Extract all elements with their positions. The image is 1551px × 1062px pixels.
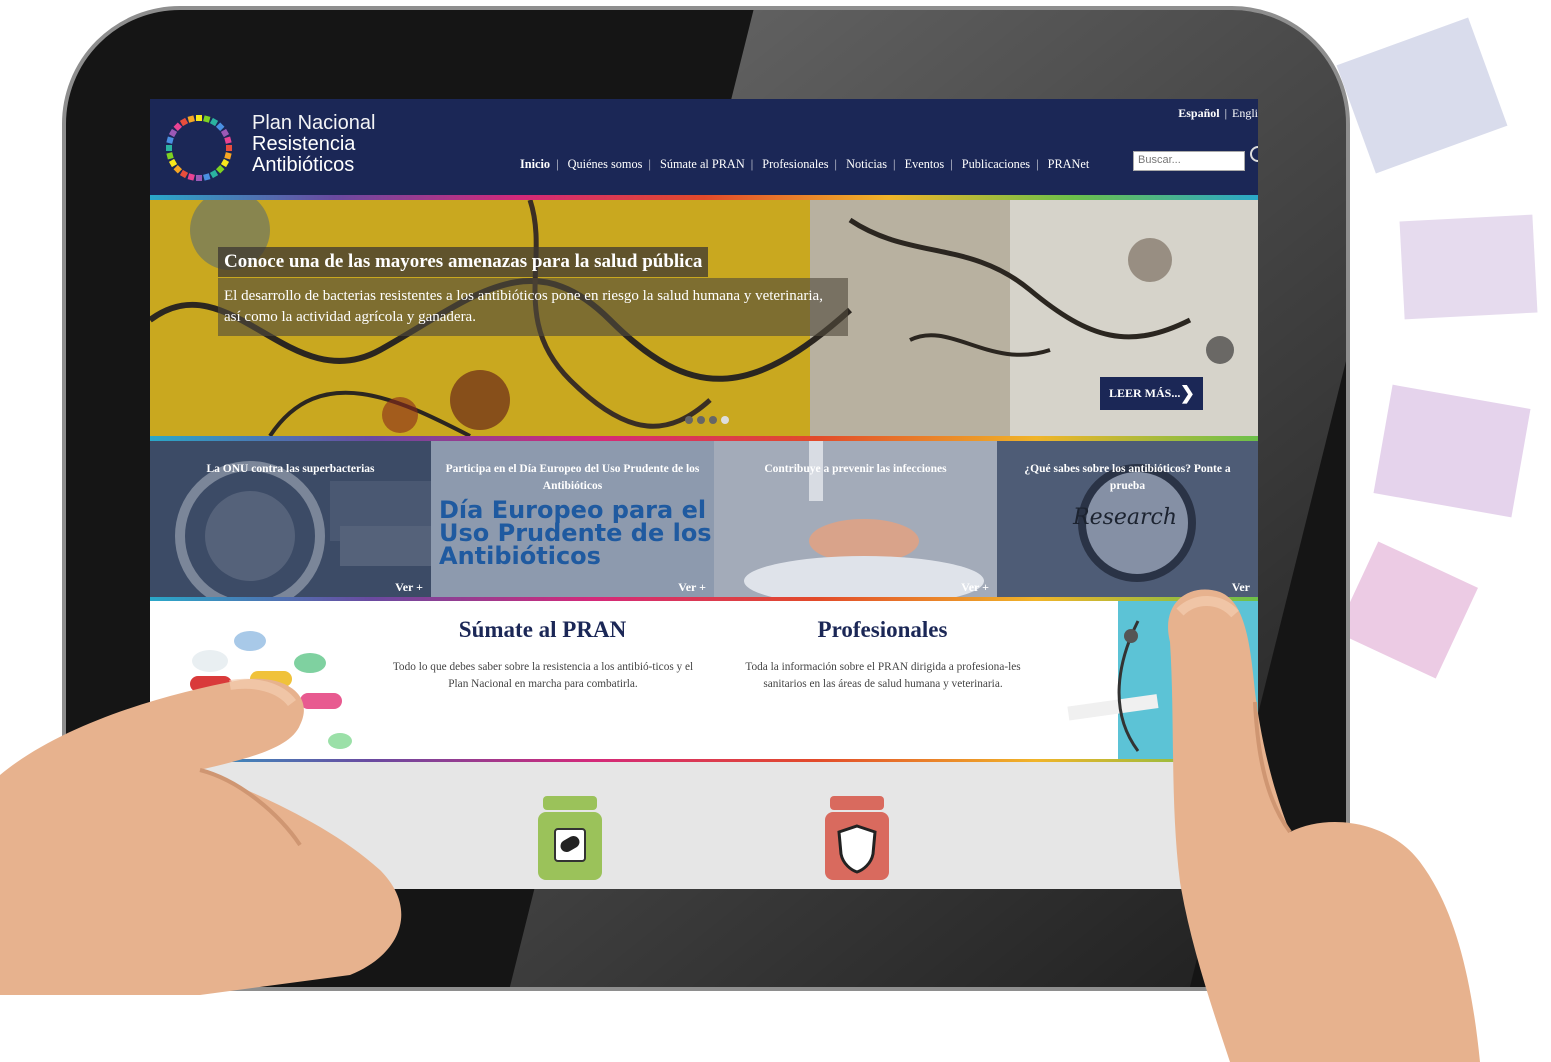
search-icon[interactable] bbox=[1250, 146, 1258, 162]
tile-prevenir-title: Contribuye a prevenir las infecciones bbox=[764, 463, 947, 475]
chevron-right-icon: ❯ bbox=[1179, 383, 1195, 403]
lang-en[interactable]: Engli bbox=[1232, 106, 1258, 120]
sumate-text: Todo lo que debes saber sobre la resiste… bbox=[392, 661, 694, 690]
decorative-shape-1 bbox=[1336, 17, 1508, 174]
slider-dots bbox=[685, 411, 733, 429]
logo-line3: Antibióticos bbox=[252, 154, 355, 176]
nav-eventos[interactable]: Eventos bbox=[905, 157, 945, 171]
decorative-shape-3 bbox=[1373, 384, 1531, 518]
slider-dot-2[interactable] bbox=[697, 416, 705, 424]
leer-mas-button[interactable]: LEER MÁS... ❯ bbox=[1100, 377, 1203, 410]
pills-jar-icon[interactable] bbox=[538, 796, 602, 880]
left-hand bbox=[0, 678, 402, 995]
hero-text: El desarrollo de bacterias resistentes a… bbox=[218, 278, 848, 336]
logo-line1: Plan Nacional bbox=[252, 112, 376, 134]
tile-onu-title: La ONU contra las superbacterias bbox=[206, 463, 375, 475]
tile-onu-more[interactable]: Ver + bbox=[395, 580, 423, 595]
tile-prevenir-more[interactable]: Ver + bbox=[961, 580, 989, 595]
slider-dot-3[interactable] bbox=[709, 416, 717, 424]
slider-dot-4[interactable] bbox=[721, 416, 729, 424]
nav-inicio[interactable]: Inicio bbox=[520, 157, 550, 171]
tile-dia-europeo-image-text: Día Europeo para el Uso Prudente de los … bbox=[439, 496, 712, 570]
nav-quienes-somos[interactable]: Quiénes somos bbox=[568, 157, 643, 171]
tile-test-title: ¿Qué sabes sobre los antibióticos? Ponte… bbox=[1024, 463, 1231, 492]
main-nav: Inicio | Quiénes somos | Súmate al PRAN | P… bbox=[520, 157, 1090, 171]
shield-jar-icon[interactable] bbox=[825, 796, 889, 880]
logo-line2: Resistencia bbox=[252, 133, 356, 155]
decorative-shape-2 bbox=[1399, 214, 1538, 320]
site-logo-text[interactable]: Plan Nacional Resistencia Antibióticos bbox=[252, 113, 375, 176]
tile-test[interactable]: Research ¿Qué sabes sobre los antibiótic… bbox=[997, 441, 1258, 597]
right-hand bbox=[1168, 589, 1480, 1062]
tile-dia-europeo-more[interactable]: Ver + bbox=[678, 580, 706, 595]
nav-pranet[interactable]: PRANet bbox=[1048, 157, 1090, 171]
slider-dot-1[interactable] bbox=[685, 416, 693, 424]
lang-es[interactable]: Español bbox=[1178, 106, 1219, 120]
nav-publicaciones[interactable]: Publicaciones bbox=[962, 157, 1030, 171]
nav-profesionales[interactable]: Profesionales bbox=[762, 157, 828, 171]
site-header: Plan Nacional Resistencia Antibióticos E… bbox=[150, 99, 1258, 195]
pran-logo-icon[interactable] bbox=[156, 105, 242, 191]
tile-test-image-text: Research bbox=[1073, 505, 1178, 530]
nav-noticias[interactable]: Noticias bbox=[846, 157, 887, 171]
feature-tiles: La ONU contra las superbacterias Ver + D… bbox=[150, 441, 1258, 597]
shield-icon bbox=[837, 824, 877, 874]
tile-dia-europeo-title: Participa en el Día Europeo del Uso Prud… bbox=[445, 463, 700, 492]
leer-mas-label: LEER MÁS... bbox=[1109, 386, 1181, 400]
nav-sumate[interactable]: Súmate al PRAN bbox=[660, 157, 745, 171]
tile-prevenir[interactable]: Contribuye a prevenir las infecciones Ve… bbox=[714, 441, 997, 597]
profesionales-text: Toda la información sobre el PRAN dirigi… bbox=[745, 661, 1021, 690]
hero-slider[interactable]: Conoce una de las mayores amenazas para … bbox=[150, 200, 1258, 436]
sumate-title[interactable]: Súmate al PRAN bbox=[390, 617, 695, 643]
hero-title: Conoce una de las mayores amenazas para … bbox=[218, 247, 709, 277]
tile-dia-europeo[interactable]: Día Europeo para el Uso Prudente de los … bbox=[431, 441, 714, 597]
language-switcher: Español | Engli bbox=[1178, 106, 1258, 120]
profesionales-title[interactable]: Profesionales bbox=[730, 617, 1035, 643]
tile-onu[interactable]: La ONU contra las superbacterias Ver + bbox=[150, 441, 431, 597]
search-input[interactable]: Buscar... bbox=[1133, 151, 1245, 171]
